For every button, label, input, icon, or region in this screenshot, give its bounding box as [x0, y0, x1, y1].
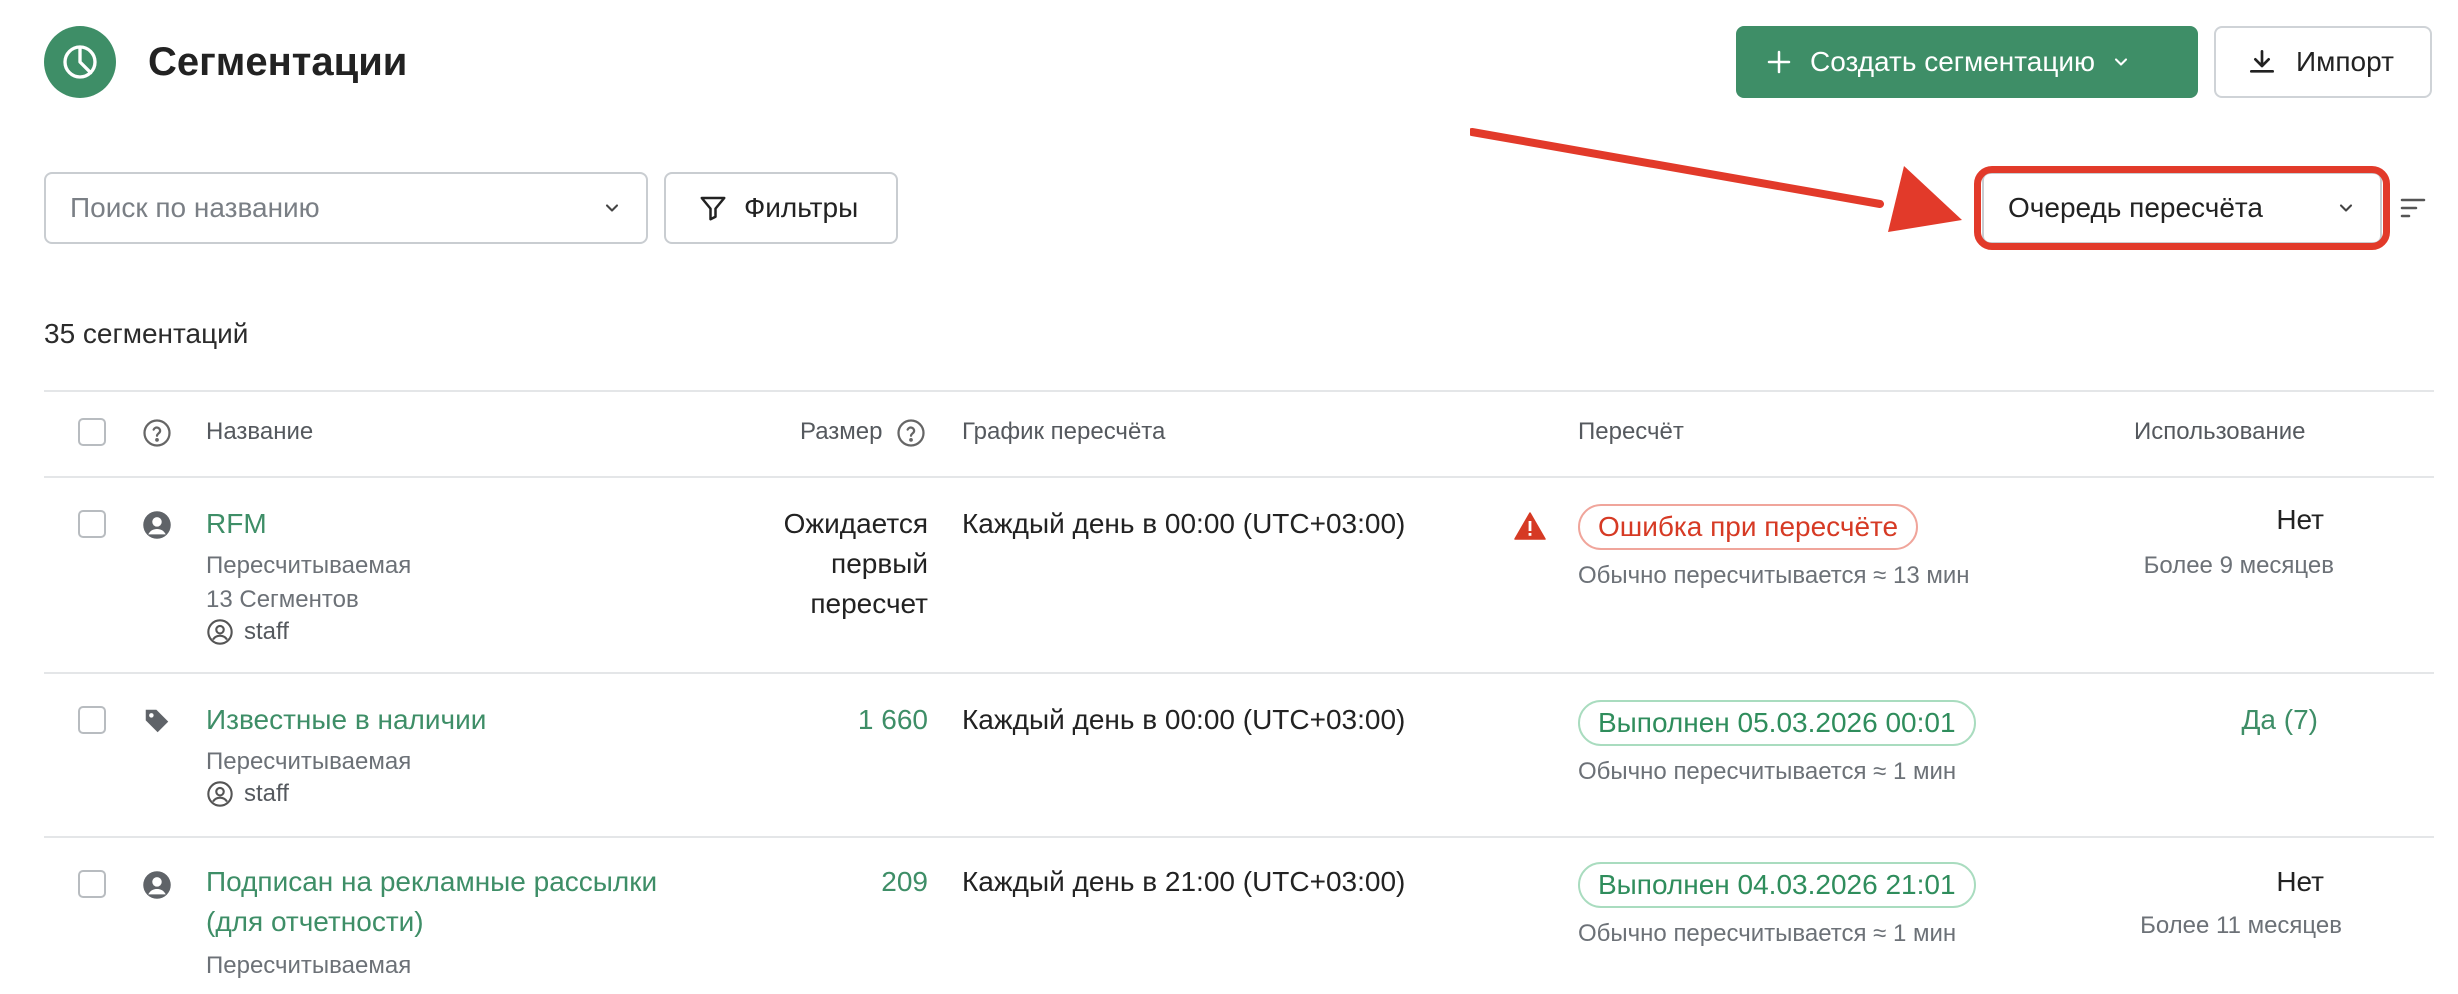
- annotation-highlight: [1974, 166, 2390, 250]
- tag-icon: [145, 709, 169, 733]
- size-pending: Ожидается первый пересчет: [700, 504, 928, 624]
- owner-name: staff: [244, 618, 289, 645]
- row-divider: [44, 672, 2434, 674]
- annotation-arrow: [1470, 128, 1962, 232]
- segments-count: 13 Сегментов: [206, 586, 359, 613]
- import-button[interactable]: Импорт: [2214, 26, 2432, 98]
- chevron-down-icon: [605, 204, 619, 212]
- name-line: Подписан на рекламные рассылки: [206, 866, 658, 897]
- segmentation-type: Пересчитываемая: [206, 748, 412, 775]
- name-line: (для отчетности): [206, 906, 424, 937]
- segmentation-type: Пересчитываемая: [206, 952, 412, 979]
- column-header-schedule[interactable]: График пересчёта: [962, 416, 1165, 448]
- column-header-recalc[interactable]: Пересчёт: [1578, 416, 1684, 448]
- column-header-size[interactable]: Размер: [800, 416, 883, 448]
- segmentation-type: Пересчитываемая: [206, 552, 412, 579]
- filters-label: Фильтры: [744, 192, 859, 223]
- plus-icon: [1767, 50, 1791, 74]
- pie-chart-icon: [63, 45, 97, 79]
- size-value[interactable]: 209: [730, 862, 928, 902]
- user-icon: [143, 871, 171, 899]
- owner-name: staff: [244, 780, 289, 807]
- usage-link[interactable]: Да (7): [2122, 700, 2318, 740]
- size-line: Ожидается: [783, 508, 928, 539]
- column-header-usage[interactable]: Использование: [2134, 416, 2306, 448]
- usage-note: Более 9 месяцев: [2143, 552, 2334, 579]
- help-icon[interactable]: [896, 418, 926, 448]
- recalc-note: Обычно пересчитывается ≈ 1 мин: [1578, 920, 1957, 947]
- row-checkbox[interactable]: [78, 706, 106, 734]
- segmentation-count: 35 сегментаций: [44, 318, 249, 349]
- usage-note: Более 11 месяцев: [2140, 912, 2342, 939]
- schedule: Каждый день в 00:00 (UTC+03:00): [962, 508, 1406, 539]
- usage-value: Нет: [2276, 504, 2324, 535]
- chevron-down-icon: [2114, 58, 2128, 66]
- warning-icon[interactable]: [1514, 512, 1546, 540]
- row-checkbox[interactable]: [78, 870, 106, 898]
- recalc-note: Обычно пересчитывается ≈ 1 мин: [1578, 758, 1957, 785]
- import-label: Импорт: [2296, 46, 2394, 77]
- size-line: пересчет: [810, 588, 928, 619]
- search-input[interactable]: Поиск по названию: [44, 172, 648, 244]
- user-icon: [143, 511, 171, 539]
- row-divider: [44, 836, 2434, 838]
- user-circle-icon: [207, 781, 233, 807]
- sort-order-icon[interactable]: [2400, 196, 2426, 220]
- row-checkbox[interactable]: [78, 510, 106, 538]
- column-header-name[interactable]: Название: [206, 416, 313, 448]
- segmentation-name-link[interactable]: Известные в наличии: [206, 700, 486, 740]
- user-circle-icon: [207, 619, 233, 645]
- segmentation-logo: [44, 26, 116, 98]
- select-all-checkbox[interactable]: [78, 418, 106, 446]
- schedule: Каждый день в 00:00 (UTC+03:00): [962, 704, 1406, 735]
- table-top-divider: [44, 390, 2434, 392]
- status-badge-error[interactable]: Ошибка при пересчёте: [1578, 504, 1919, 550]
- recalc-note: Обычно пересчитывается ≈ 13 мин: [1578, 562, 1970, 589]
- search-placeholder: Поиск по названию: [70, 192, 320, 223]
- owner: staff: [206, 616, 289, 648]
- segmentation-name-link[interactable]: RFM: [206, 504, 267, 544]
- schedule: Каждый день в 21:00 (UTC+03:00): [962, 866, 1406, 897]
- help-icon[interactable]: [142, 418, 172, 448]
- download-icon: [2250, 50, 2274, 73]
- page-title: Сегментации: [148, 40, 408, 84]
- create-segmentation-label: Создать сегментацию: [1810, 46, 2096, 77]
- create-segmentation-button[interactable]: Создать сегментацию: [1736, 26, 2198, 98]
- size-value[interactable]: 1 660: [730, 700, 928, 740]
- size-line: первый: [831, 548, 928, 579]
- segmentation-name-link[interactable]: Подписан на рекламные рассылки (для отче…: [206, 862, 657, 942]
- status-badge-success[interactable]: Выполнен 05.03.2026 00:01: [1578, 700, 1976, 746]
- filters-button[interactable]: Фильтры: [664, 172, 898, 244]
- header-divider: [44, 476, 2434, 478]
- status-badge-success[interactable]: Выполнен 04.03.2026 21:01: [1578, 862, 1976, 908]
- filter-icon: [700, 196, 726, 221]
- usage-value: Нет: [2276, 866, 2324, 897]
- owner: staff: [206, 778, 289, 810]
